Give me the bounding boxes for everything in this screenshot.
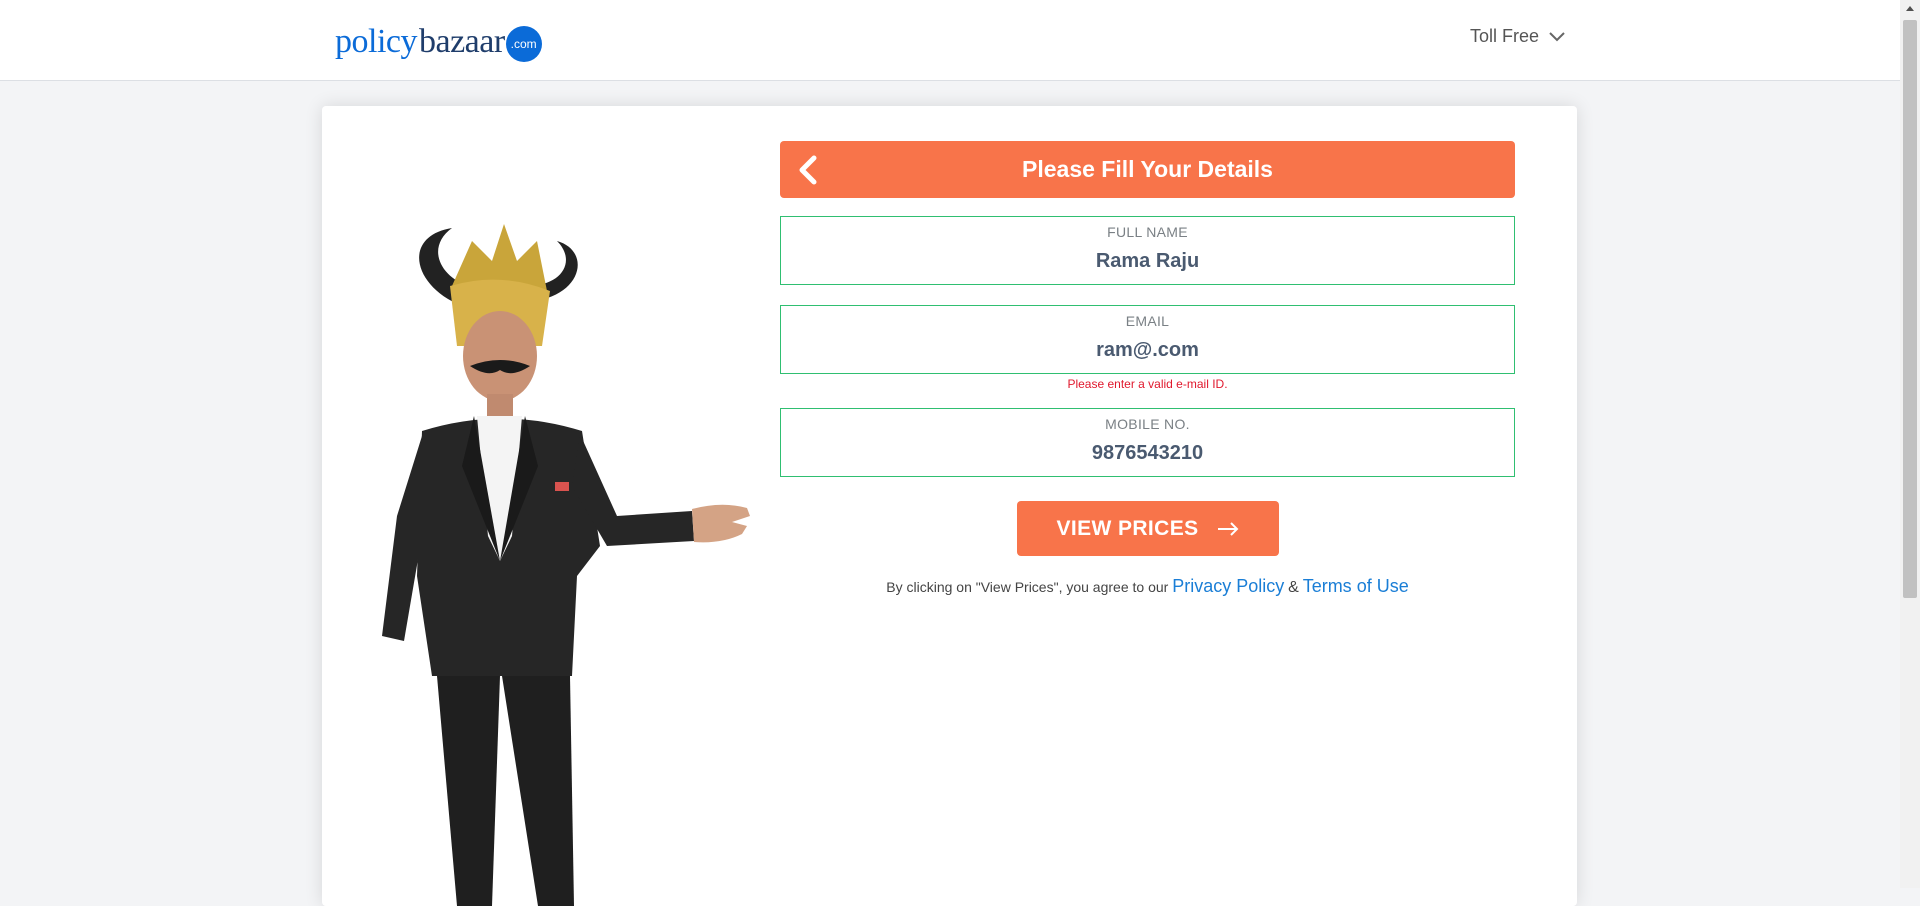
full-name-input[interactable] [781,247,1514,275]
mobile-field[interactable]: MOBILE NO. [780,408,1515,477]
vertical-scrollbar[interactable] [1900,0,1920,888]
logo-text-policy: policy [335,23,417,60]
top-header: policy bazaar .com Toll Free [0,0,1900,81]
terms-prefix-text: By clicking on "View Prices", you agree … [886,579,1169,595]
brand-ambassador-image [382,224,750,906]
chevron-down-icon [1549,31,1565,41]
details-card: Please Fill Your Details FULL NAME EMAIL… [322,106,1577,906]
scrollbar-thumb[interactable] [1903,20,1917,598]
back-arrow-icon [799,155,817,185]
form-header-banner: Please Fill Your Details [780,141,1515,198]
email-error-message: Please enter a valid e-mail ID. [1067,377,1228,391]
email-field[interactable]: EMAIL [780,305,1515,374]
policybazaar-logo[interactable]: policy bazaar .com [335,22,542,62]
full-name-field[interactable]: FULL NAME [780,216,1515,285]
ampersand-text: & [1288,579,1299,596]
mobile-label: MOBILE NO. [1105,416,1190,432]
scroll-up-arrow-icon[interactable] [1900,0,1920,18]
full-name-label: FULL NAME [1107,224,1188,240]
email-label: EMAIL [1125,313,1170,329]
terms-of-use-link[interactable]: Terms of Use [1303,576,1409,596]
view-prices-button[interactable]: VIEW PRICES [1016,501,1279,556]
terms-notice: By clicking on "View Prices", you agree … [780,576,1515,597]
toll-free-label: Toll Free [1470,26,1540,46]
email-input[interactable] [781,336,1514,364]
details-form: Please Fill Your Details FULL NAME EMAIL… [780,141,1515,597]
toll-free-dropdown[interactable]: Toll Free [1470,26,1565,47]
privacy-policy-link[interactable]: Privacy Policy [1172,576,1284,596]
logo-dot-com-badge: .com [505,26,542,62]
form-title: Please Fill Your Details [1022,156,1273,182]
logo-text-bazaar: bazaar [418,23,505,60]
mobile-input[interactable] [781,439,1514,467]
right-arrow-icon [1217,521,1238,536]
view-prices-label: VIEW PRICES [1056,516,1199,540]
back-button[interactable] [794,153,824,187]
